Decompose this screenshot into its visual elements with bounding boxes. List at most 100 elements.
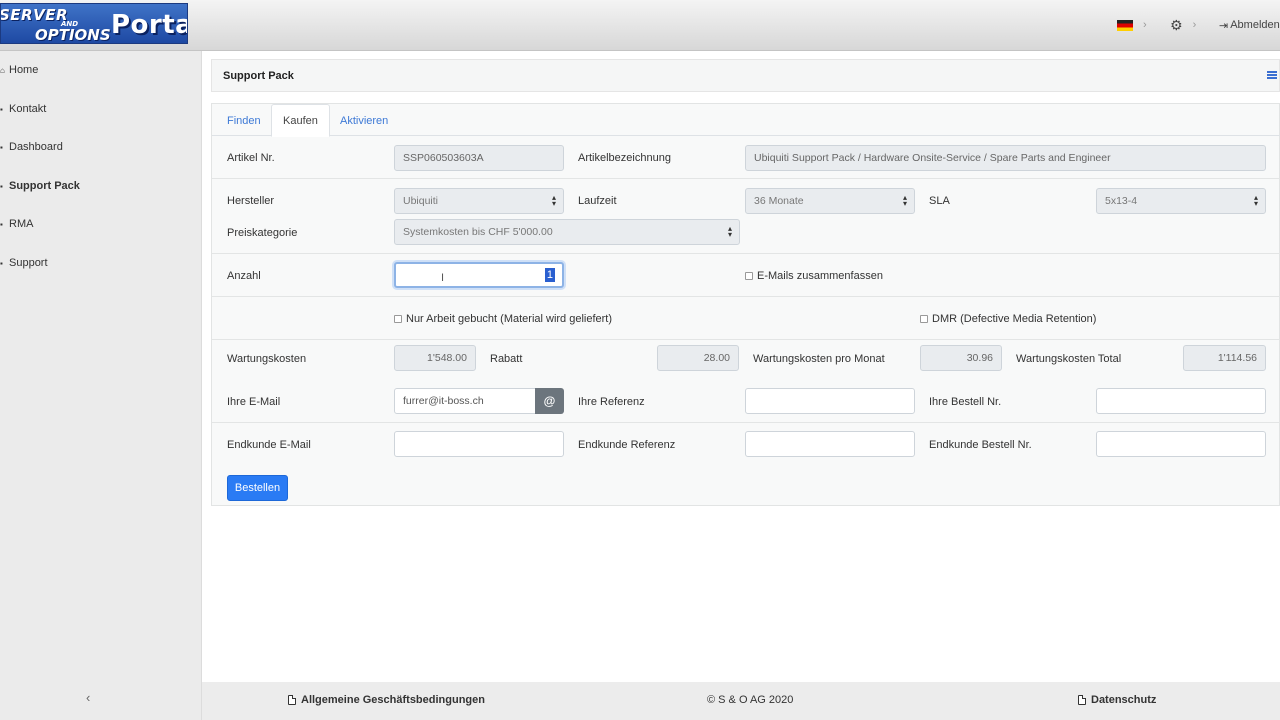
ihre-bestell-nr-input[interactable] [1096, 388, 1266, 414]
tab-kaufen[interactable]: Kaufen [271, 104, 330, 137]
ihre-referenz-label: Ihre Referenz [578, 396, 645, 408]
endkunde-email-input[interactable] [394, 431, 564, 457]
sidebar-item-home[interactable]: ⌂ Home [0, 61, 38, 79]
gear-icon: ⚙ [1170, 16, 1183, 33]
tab-finden[interactable]: Finden [216, 104, 272, 137]
logout-icon: ⇥ [1219, 19, 1229, 32]
panel-header: Support Pack [211, 59, 1280, 92]
logout-label: Abmelden [1230, 19, 1280, 31]
support-pack-icon: ▪ [0, 181, 3, 191]
ihre-email-input[interactable]: furrer@it-boss.ch [394, 388, 536, 414]
select-arrows-icon: ▴ ▾ [902, 193, 907, 208]
ihre-referenz-input[interactable] [745, 388, 915, 414]
logo-text-server: SERVER [0, 6, 69, 24]
endkunde-referenz-input[interactable] [745, 431, 915, 457]
sidebar-item-label: RMA [9, 218, 34, 230]
sla-label: SLA [929, 195, 950, 207]
rabatt-field: 28.00 [657, 345, 739, 371]
logout-link[interactable]: ⇥ Abmelden [1219, 17, 1280, 33]
sidebar-item-label: Home [9, 64, 39, 76]
endkunde-bestell-nr-input[interactable] [1096, 431, 1266, 457]
nur-arbeit-checkbox[interactable]: Nur Arbeit gebucht (Material wird gelief… [394, 312, 612, 326]
sidebar-item-dashboard[interactable]: ▪ Dashboard [0, 138, 63, 156]
top-bar: SERVER AND OPTIONS Portal › ⚙ › ⇥ Abmeld… [0, 0, 1280, 51]
list-icon[interactable] [1267, 71, 1277, 80]
dmr-label: DMR (Defective Media Retention) [932, 313, 1097, 325]
emails-zusammenfassen-checkbox[interactable]: E-Mails zusammenfassen [745, 269, 883, 283]
laufzeit-select[interactable]: 36 Monate ▴ ▾ [745, 188, 915, 214]
page-title: Support Pack [223, 69, 294, 82]
settings-menu[interactable]: ⚙ › [1170, 17, 1196, 33]
support-icon: ▪ [0, 258, 3, 268]
support-pack-form-card: Finden Kaufen Aktivieren Artikel Nr. SSP… [211, 103, 1280, 506]
hersteller-label: Hersteller [227, 195, 275, 207]
sidebar-item-rma[interactable]: ▪ RMA [0, 215, 33, 233]
artikel-nr-field: SSP060503603A [394, 145, 564, 171]
wartungskosten-total-label: Wartungskosten Total [1016, 353, 1122, 365]
sla-value: 5x13-4 [1105, 195, 1138, 207]
datenschutz-label: Datenschutz [1091, 694, 1157, 706]
email-at-button[interactable]: @ [535, 388, 564, 414]
tab-aktivieren[interactable]: Aktivieren [329, 104, 399, 137]
endkunde-email-label: Endkunde E-Mail [227, 439, 311, 451]
sidebar-item-support-pack[interactable]: ▪ Support Pack [0, 177, 80, 195]
ihre-email-label: Ihre E-Mail [227, 396, 281, 408]
chevron-right-icon: › [1143, 19, 1147, 31]
sidebar-item-label: Dashboard [9, 141, 63, 153]
wartungskosten-monat-field: 30.96 [920, 345, 1002, 371]
hersteller-select[interactable]: Ubiquiti ▴ ▾ [394, 188, 564, 214]
document-icon [288, 695, 296, 705]
endkunde-referenz-label: Endkunde Referenz [578, 439, 676, 451]
laufzeit-value: 36 Monate [754, 195, 804, 207]
sla-select[interactable]: 5x13-4 ▴ ▾ [1096, 188, 1266, 214]
anzahl-label: Anzahl [227, 270, 261, 282]
chevron-right-icon: › [1192, 19, 1197, 31]
dashboard-icon: ▪ [0, 142, 3, 152]
select-arrows-icon: ▴ ▾ [551, 193, 556, 208]
artikelbezeichnung-label: Artikelbezeichnung [578, 152, 671, 164]
checkbox-icon [394, 315, 402, 323]
portal-logo[interactable]: SERVER AND OPTIONS Portal [0, 3, 188, 44]
artikel-nr-label: Artikel Nr. [227, 152, 275, 164]
preiskategorie-value: Systemkosten bis CHF 5'000.00 [403, 226, 553, 238]
sidebar-item-label: Kontakt [9, 103, 47, 115]
agb-link[interactable]: Allgemeine Geschäftsbedingungen [288, 693, 485, 707]
wartungskosten-field: 1'548.00 [394, 345, 476, 371]
anzahl-input[interactable]: I 1 [394, 262, 564, 288]
dmr-checkbox[interactable]: DMR (Defective Media Retention) [920, 312, 1096, 326]
endkunde-bestell-nr-label: Endkunde Bestell Nr. [929, 439, 1032, 451]
hersteller-value: Ubiquiti [403, 195, 439, 207]
laufzeit-label: Laufzeit [578, 195, 617, 207]
home-icon: ⌂ [0, 65, 5, 75]
rabatt-label: Rabatt [490, 353, 523, 365]
rma-icon: ▪ [0, 219, 3, 229]
wartungskosten-total-field: 1'114.56 [1183, 345, 1266, 371]
agb-label: Allgemeine Geschäftsbedingungen [301, 694, 485, 706]
preiskategorie-select[interactable]: Systemkosten bis CHF 5'000.00 ▴ ▾ [394, 219, 740, 245]
checkbox-icon [920, 315, 928, 323]
artikelbezeichnung-field: Ubiquiti Support Pack / Hardware Onsite-… [745, 145, 1266, 171]
sidebar: ⌂ Home ▪ Kontakt ▪ Dashboard ▪ Support P… [0, 51, 202, 720]
footer: Allgemeine Geschäftsbedingungen © S & O … [202, 682, 1280, 720]
text-cursor-icon: I [441, 272, 445, 284]
sidebar-item-support[interactable]: ▪ Support [0, 254, 48, 272]
divider [212, 422, 1280, 423]
divider [212, 339, 1280, 340]
sidebar-item-label: Support [9, 257, 48, 269]
select-arrows-icon: ▴ ▾ [727, 224, 732, 239]
ihre-bestell-nr-label: Ihre Bestell Nr. [929, 396, 1002, 408]
select-arrows-icon: ▴ ▾ [1253, 193, 1258, 208]
logo-text-options: OPTIONS [35, 26, 111, 44]
tab-bar: Finden Kaufen Aktivieren [212, 104, 1280, 137]
sidebar-item-kontakt[interactable]: ▪ Kontakt [0, 100, 46, 118]
divider [212, 253, 1280, 254]
preiskategorie-label: Preiskategorie [227, 227, 298, 239]
language-selector[interactable]: › [1117, 17, 1147, 33]
copyright-text: © S & O AG 2020 [707, 694, 794, 706]
datenschutz-link[interactable]: Datenschutz [1078, 693, 1156, 707]
wartungskosten-label: Wartungskosten [227, 353, 307, 365]
bestellen-button[interactable]: Bestellen [227, 475, 288, 501]
sidebar-collapse-button[interactable]: ‹ [86, 690, 90, 705]
divider [212, 178, 1280, 179]
checkbox-icon [745, 272, 753, 280]
